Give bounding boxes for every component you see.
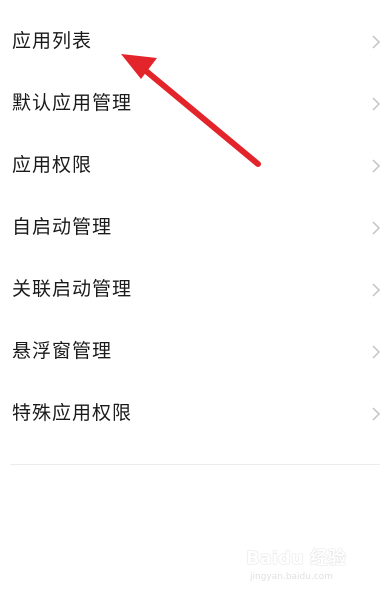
settings-item-label: 应用权限	[12, 154, 93, 176]
settings-item-label: 悬浮窗管理	[12, 340, 113, 362]
settings-item-label: 特殊应用权限	[12, 402, 133, 424]
settings-item-floating-window[interactable]: 悬浮窗管理	[0, 320, 380, 382]
chevron-right-icon	[372, 221, 380, 235]
watermark-brand: Baidu 经验	[246, 548, 347, 569]
settings-item-autostart[interactable]: 自启动管理	[0, 196, 380, 258]
settings-item-label: 默认应用管理	[12, 92, 133, 114]
chevron-right-icon	[372, 345, 380, 359]
settings-list: 应用列表 默认应用管理 应用权限 自启动管理 关联启动管理 悬浮窗管理 特殊应用…	[0, 10, 380, 444]
chevron-right-icon	[372, 407, 380, 421]
chevron-right-icon	[372, 283, 380, 297]
list-divider	[10, 464, 380, 465]
settings-item-app-list[interactable]: 应用列表	[0, 10, 380, 72]
settings-item-label: 自启动管理	[12, 216, 113, 238]
chevron-right-icon	[372, 97, 380, 111]
watermark-url: jingyan.baidu.com	[250, 572, 334, 582]
settings-item-default-apps[interactable]: 默认应用管理	[0, 72, 380, 134]
settings-item-label: 关联启动管理	[12, 278, 133, 300]
settings-item-special-permissions[interactable]: 特殊应用权限	[0, 382, 380, 444]
settings-item-app-permissions[interactable]: 应用权限	[0, 134, 380, 196]
settings-item-label: 应用列表	[12, 30, 93, 52]
chevron-right-icon	[372, 159, 380, 173]
settings-item-associated-launch[interactable]: 关联启动管理	[0, 258, 380, 320]
baidu-watermark: Baidu 经验 jingyan.baidu.com	[246, 548, 356, 588]
chevron-right-icon	[372, 35, 380, 49]
